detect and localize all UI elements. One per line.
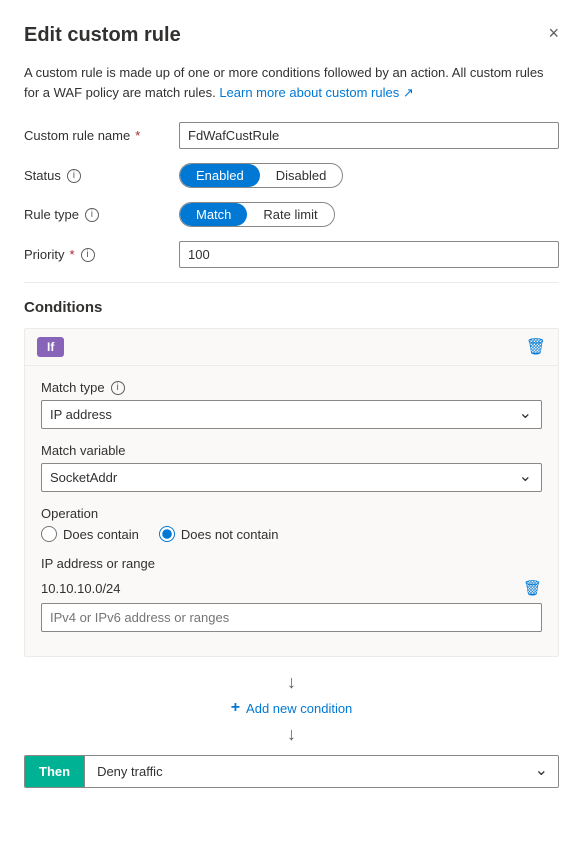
arrow-down-2-icon: ↓: [287, 725, 296, 743]
priority-info-icon[interactable]: i: [81, 248, 95, 262]
then-select-wrapper: Deny traffic Allow traffic Log: [84, 756, 558, 787]
status-control: Enabled Disabled: [179, 163, 559, 188]
match-variable-select[interactable]: SocketAddr RemoteAddr: [41, 463, 542, 492]
status-enabled-button[interactable]: Enabled: [180, 164, 260, 187]
delete-condition-icon[interactable]: 🗑: [526, 337, 546, 357]
ip-tag-delete-icon[interactable]: 🗑: [523, 579, 542, 597]
match-type-field-label: Match type i: [41, 380, 542, 395]
description-text: A custom rule is made up of one or more …: [24, 63, 559, 102]
condition-block: If 🗑 Match type i IP address Geo locatio…: [24, 328, 559, 657]
match-type-select-wrapper: IP address Geo location Request URI Quer…: [41, 400, 542, 429]
does-not-contain-label: Does not contain: [181, 527, 279, 542]
match-type-select[interactable]: IP address Geo location Request URI Quer…: [41, 400, 542, 429]
does-contain-label: Does contain: [63, 527, 139, 542]
then-badge: Then: [25, 756, 84, 787]
condition-header: If 🗑: [25, 329, 558, 366]
custom-rule-name-input[interactable]: [179, 122, 559, 149]
priority-label: Priority * i: [24, 247, 179, 262]
ip-range-input[interactable]: [41, 603, 542, 632]
required-star: *: [135, 128, 140, 143]
status-label: Status i: [24, 168, 179, 183]
ip-tag-row: 10.10.10.0/24 🗑: [41, 579, 542, 597]
ip-range-header-label: IP address or range: [41, 556, 542, 571]
learn-more-link[interactable]: Learn more about custom rules ↗: [219, 85, 413, 100]
status-toggle-group: Enabled Disabled: [179, 163, 343, 188]
operation-field-label: Operation: [41, 506, 542, 521]
custom-rule-name-row: Custom rule name *: [24, 122, 559, 149]
custom-rule-name-label: Custom rule name *: [24, 128, 179, 143]
edit-custom-rule-panel: Edit custom rule × A custom rule is made…: [0, 0, 583, 867]
rule-type-info-icon[interactable]: i: [85, 208, 99, 222]
does-not-contain-radio[interactable]: [159, 526, 175, 542]
conditions-section-title: Conditions: [24, 299, 559, 316]
arrow-down-icon: ↓: [287, 673, 296, 691]
rule-type-label: Rule type i: [24, 207, 179, 222]
ip-tag-value: 10.10.10.0/24: [41, 581, 121, 596]
match-type-info-icon[interactable]: i: [111, 381, 125, 395]
match-variable-group: Match variable SocketAddr RemoteAddr: [41, 443, 542, 492]
then-row: Then Deny traffic Allow traffic Log: [24, 755, 559, 788]
if-badge: If: [37, 337, 64, 357]
rule-type-toggle-group: Match Rate limit: [179, 202, 335, 227]
plus-icon: +: [231, 699, 240, 717]
does-contain-radio[interactable]: [41, 526, 57, 542]
priority-control: [179, 241, 559, 268]
priority-row: Priority * i: [24, 241, 559, 268]
divider: [24, 282, 559, 283]
match-variable-select-wrapper: SocketAddr RemoteAddr: [41, 463, 542, 492]
status-row: Status i Enabled Disabled: [24, 163, 559, 188]
rule-type-match-button[interactable]: Match: [180, 203, 247, 226]
match-variable-field-label: Match variable: [41, 443, 542, 458]
priority-input[interactable]: [179, 241, 559, 268]
rule-type-control: Match Rate limit: [179, 202, 559, 227]
then-action-select[interactable]: Deny traffic Allow traffic Log: [84, 756, 558, 787]
custom-rule-name-control: [179, 122, 559, 149]
panel-header: Edit custom rule ×: [24, 24, 559, 47]
add-condition-row: ↓ + Add new condition ↓: [24, 673, 559, 743]
status-info-icon[interactable]: i: [67, 169, 81, 183]
rule-type-ratelimit-button[interactable]: Rate limit: [247, 203, 333, 226]
operation-group: Operation Does contain Does not contain: [41, 506, 542, 542]
ip-range-section: IP address or range 10.10.10.0/24 🗑: [41, 556, 542, 632]
panel-title: Edit custom rule: [24, 24, 181, 47]
add-condition-label: Add new condition: [246, 701, 352, 716]
close-button[interactable]: ×: [548, 24, 559, 42]
operation-radio-group: Does contain Does not contain: [41, 526, 542, 542]
status-disabled-button[interactable]: Disabled: [260, 164, 343, 187]
rule-type-row: Rule type i Match Rate limit: [24, 202, 559, 227]
condition-body: Match type i IP address Geo location Req…: [25, 366, 558, 656]
does-not-contain-option[interactable]: Does not contain: [159, 526, 279, 542]
external-link-icon: ↗: [403, 85, 414, 100]
priority-required-star: *: [69, 247, 74, 262]
match-type-group: Match type i IP address Geo location Req…: [41, 380, 542, 429]
add-condition-button[interactable]: + Add new condition: [223, 695, 361, 721]
does-contain-option[interactable]: Does contain: [41, 526, 139, 542]
